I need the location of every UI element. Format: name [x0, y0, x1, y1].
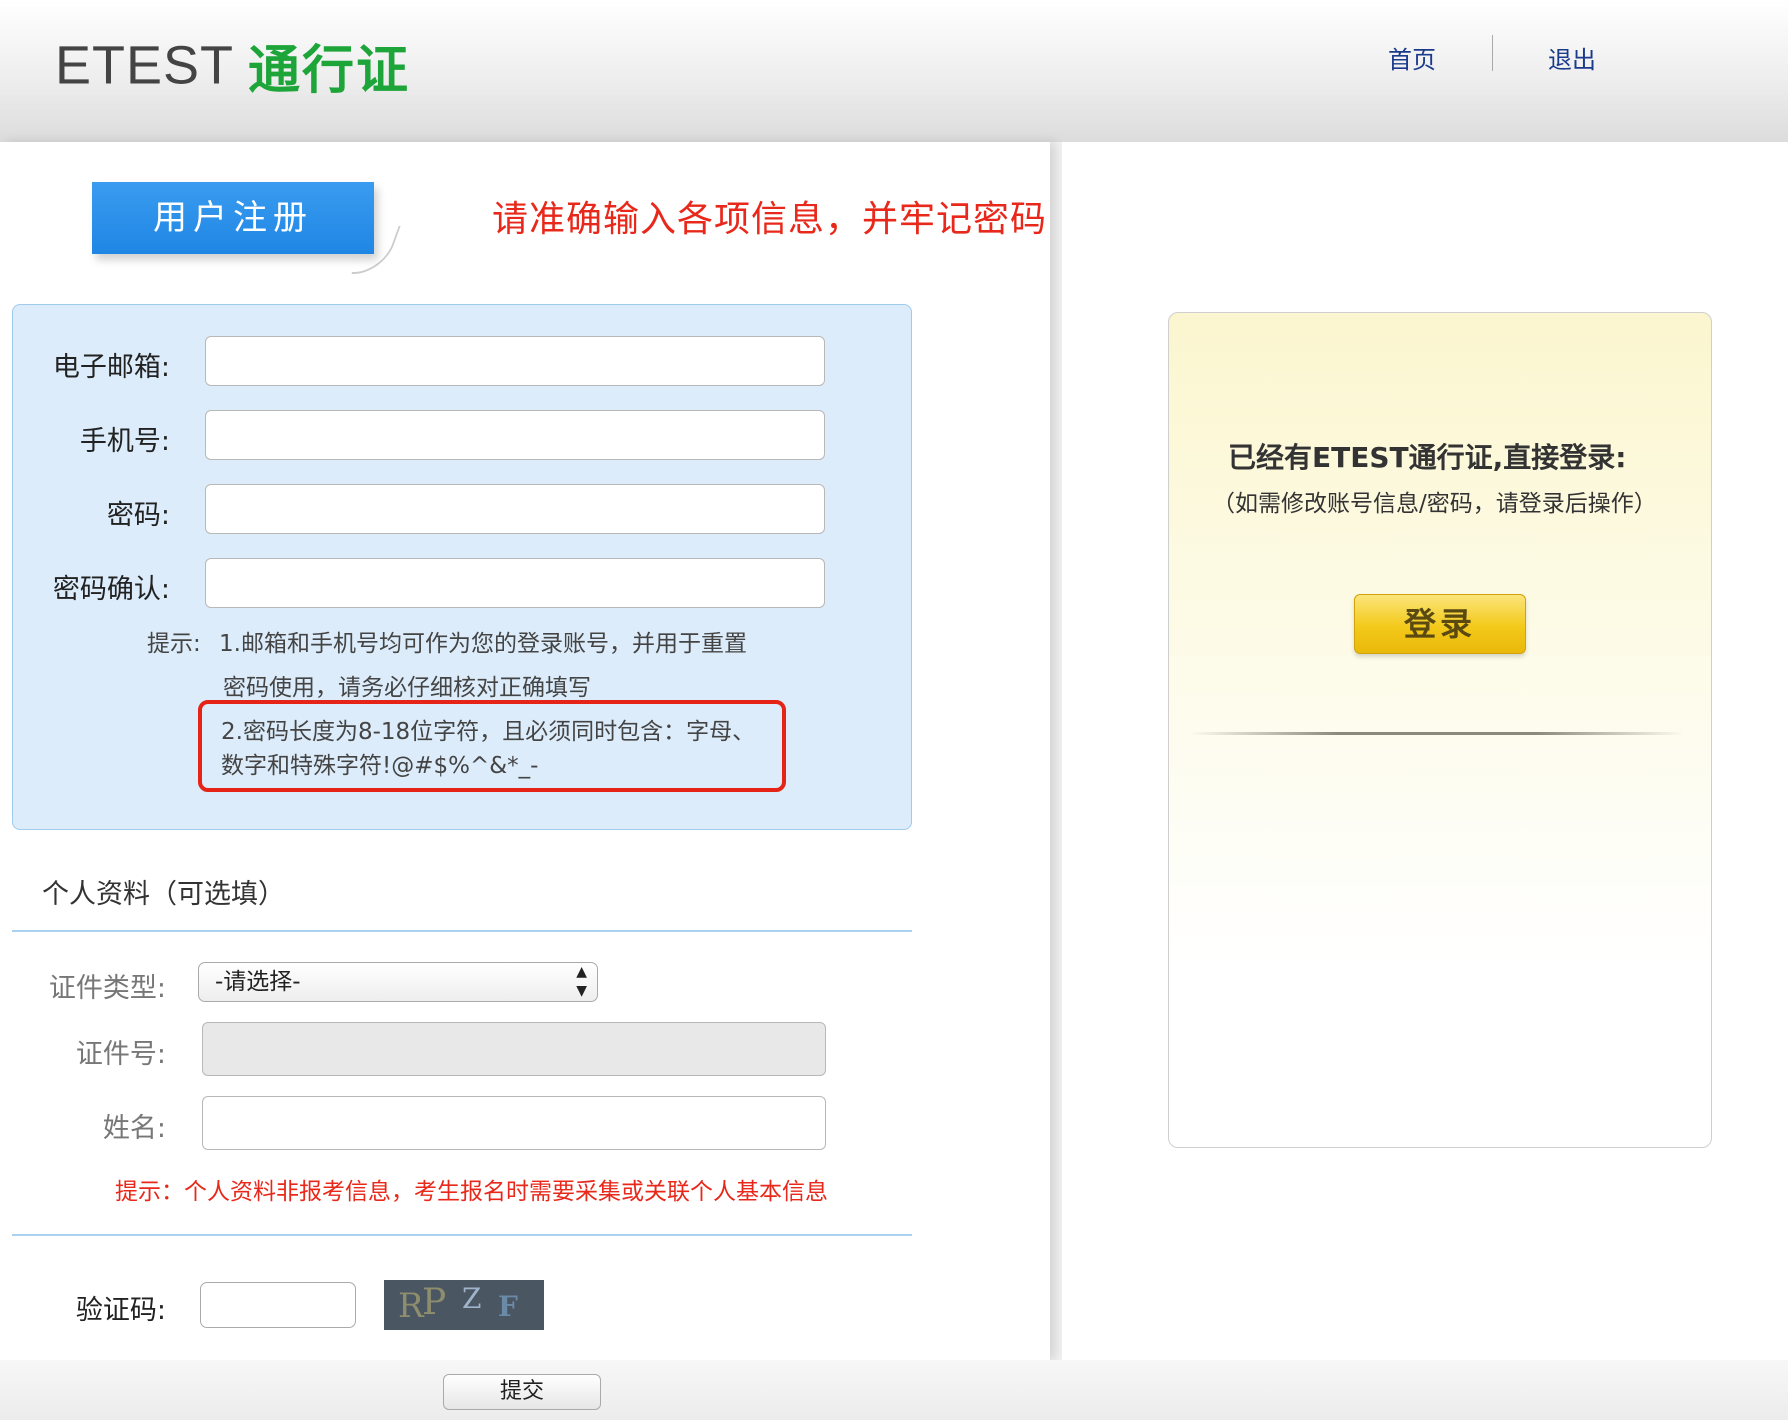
captcha-label: 验证码: [75, 1295, 166, 1326]
password-label: 密码: [106, 500, 170, 531]
footer-strip [0, 1360, 1788, 1420]
login-card-divider [1190, 732, 1684, 735]
captcha-char-3: Z [462, 1282, 482, 1315]
id-number-label: 证件号: [75, 1039, 166, 1070]
phone-label: 手机号: [79, 426, 170, 457]
personal-info-hint: 提示：个人资料非报考信息，考生报名时需要采集或关联个人基本信息 [115, 1179, 828, 1205]
hint-prefix: 提示: [147, 631, 201, 657]
logo-text-en: ETEST [55, 35, 235, 96]
password-confirm-field[interactable] [205, 558, 825, 608]
etest-logo[interactable]: ETEST 通行证 [55, 28, 410, 103]
page-header: ETEST 通行证 首页 退出 [0, 0, 1788, 142]
captcha-image[interactable]: R P Z F [384, 1280, 544, 1330]
phone-field[interactable] [205, 410, 825, 460]
submit-button[interactable]: 提交 [443, 1374, 601, 1410]
id-number-field[interactable] [202, 1022, 826, 1076]
captcha-char-2: P [422, 1282, 447, 1323]
password-field[interactable] [205, 484, 825, 534]
email-label: 电子邮箱: [52, 352, 170, 383]
nav-divider [1492, 35, 1493, 71]
registration-tab: 用户注册 [92, 182, 374, 254]
email-field[interactable] [205, 336, 825, 386]
captcha-char-4: F [498, 1290, 518, 1323]
password-confirm-label: 密码确认: [52, 574, 170, 605]
section-divider-bottom [12, 1234, 912, 1236]
select-arrows-icon: ▲ ▼ [576, 964, 587, 999]
section-divider-top [12, 930, 912, 932]
personal-info-title: 个人资料（可选填） [42, 879, 285, 910]
name-field[interactable] [202, 1096, 826, 1150]
login-button[interactable]: 登录 [1354, 594, 1526, 654]
captcha-field[interactable] [200, 1282, 356, 1328]
name-label: 姓名: [102, 1113, 166, 1144]
hint-line-1: 1.邮箱和手机号均可作为您的登录账号，并用于重置 [219, 631, 747, 657]
registration-notice: 请准确输入各项信息，并牢记密码 [492, 199, 1048, 240]
hint-line-2: 密码使用，请务必仔细核对正确填写 [223, 675, 591, 701]
logo-text-cn: 通行证 [248, 41, 411, 101]
login-title: 已经有ETEST通行证,直接登录: [1228, 441, 1627, 474]
id-type-selected-value: -请选择- [215, 969, 301, 995]
login-subtitle: （如需修改账号信息/密码，请登录后操作） [1212, 491, 1657, 517]
password-rule-highlight [198, 700, 786, 792]
nav-home-link[interactable]: 首页 [1388, 40, 1436, 75]
captcha-char-1: R [398, 1286, 424, 1326]
nav-logout-link[interactable]: 退出 [1548, 40, 1596, 75]
id-type-label: 证件类型: [48, 973, 166, 1004]
id-type-select[interactable]: -请选择- ▲ ▼ [198, 962, 598, 1002]
